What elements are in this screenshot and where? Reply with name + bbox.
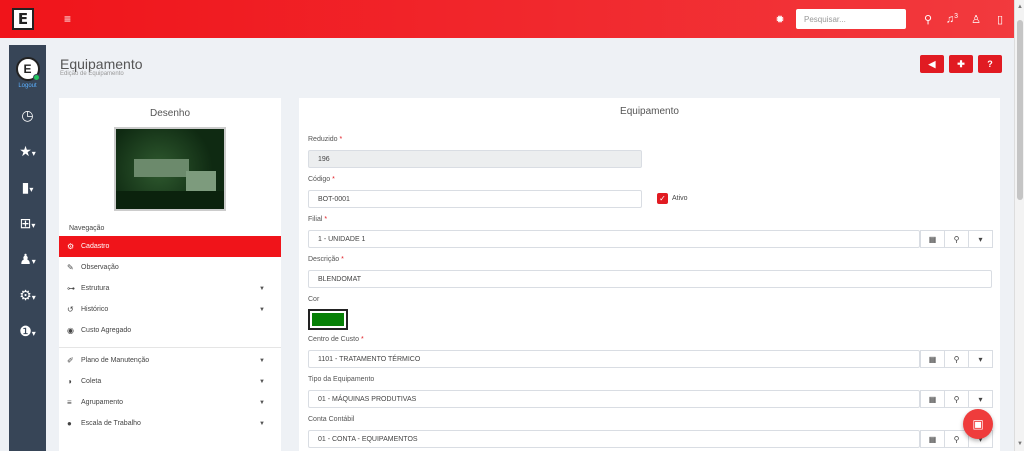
nav-item-observacao[interactable]: ✎ Observação: [59, 257, 281, 278]
chevron-down-icon: ▼: [259, 378, 265, 385]
equipment-form-panel: Equipamento Reduzido * 196 Código * BOT-…: [299, 98, 1000, 451]
edit-icon: ✎: [67, 263, 74, 272]
help-button[interactable]: ?: [978, 55, 1002, 73]
search-icon[interactable]: ⚲: [944, 351, 968, 367]
search-input[interactable]: Pesquisar...: [796, 9, 906, 29]
tipo-label: Tipo da Equipamento: [308, 376, 375, 383]
user-icon[interactable]: ♙: [968, 13, 984, 26]
nav-item-historico[interactable]: ↺ Histórico ▼: [59, 299, 281, 320]
cogs-icon: ⚙: [67, 242, 75, 251]
menu-toggle-icon[interactable]: ≡: [64, 12, 71, 26]
scroll-up-icon[interactable]: ▲: [1015, 4, 1024, 10]
user-plus-icon[interactable]: ♟▾: [9, 241, 46, 277]
add-button[interactable]: ✚: [949, 55, 973, 73]
fullscreen-icon[interactable]: ▯: [992, 13, 1008, 26]
money-icon: ◉: [67, 326, 74, 335]
search-icon[interactable]: ⚲: [920, 13, 936, 26]
cogs-icon[interactable]: ⚙▾: [9, 277, 46, 313]
centro-custo-label: Centro de Custo *: [308, 336, 364, 343]
filial-buttons: ▦ ⚲ ▾: [920, 230, 993, 248]
reduzido-field[interactable]: 196: [308, 150, 642, 168]
chevron-down-icon: ▼: [259, 420, 265, 427]
top-bar: E ≡ ✹ Pesquisar... ⚲ ♫3 ♙ ▯: [0, 0, 1024, 38]
grid-icon[interactable]: ▦: [920, 431, 944, 447]
list-icon: ≡: [67, 398, 72, 407]
conta-label: Conta Contábil: [308, 416, 355, 423]
page-title: Equipamento: [60, 56, 143, 72]
chevron-down-icon: ▼: [259, 306, 265, 313]
nav-heading: Navegação: [69, 225, 105, 232]
tipo-buttons: ▦ ⚲ ▾: [920, 390, 993, 408]
tipo-field[interactable]: 01 - MÁQUINAS PRODUTIVAS: [308, 390, 920, 408]
sitemap-icon: ⊶: [67, 284, 75, 293]
search-icon[interactable]: ⚲: [944, 431, 968, 447]
scrollbar-thumb[interactable]: [1017, 20, 1023, 200]
back-button[interactable]: ◀: [920, 55, 944, 73]
equipment-photo[interactable]: [114, 127, 226, 211]
grid-icon[interactable]: ▦: [920, 231, 944, 247]
codigo-field[interactable]: BOT-0001: [308, 190, 642, 208]
search-icon[interactable]: ⚲: [944, 231, 968, 247]
sidebar: E Logout ◷ ★▾ ▮▾ ⊞▾ ♟▾ ⚙▾ ❶▾: [9, 45, 46, 451]
caret-down-icon[interactable]: ▾: [968, 231, 992, 247]
app-logo[interactable]: E: [12, 8, 34, 30]
caret-down-icon[interactable]: ▾: [968, 391, 992, 407]
ativo-checkbox[interactable]: ✓ Ativo: [657, 193, 688, 204]
divider: [59, 347, 281, 348]
nav-item-cadastro[interactable]: ⚙ Cadastro: [59, 236, 281, 257]
page-subtitle: Edição de Equipamento: [60, 71, 124, 77]
codigo-label: Código *: [308, 176, 335, 183]
search-icon[interactable]: ⚲: [944, 391, 968, 407]
chevron-down-icon: ▼: [259, 399, 265, 406]
filial-label: Filial *: [308, 216, 328, 223]
settings-icon[interactable]: ✹: [772, 13, 788, 26]
scroll-down-icon[interactable]: ▼: [1015, 441, 1024, 447]
descricao-label: Descrição *: [308, 256, 344, 263]
drawing-panel: Desenho Navegação ⚙ Cadastro ✎ Observação …: [59, 98, 281, 451]
nav-item-coleta[interactable]: ◑ Coleta ▼: [59, 371, 281, 392]
notification-badge: 3: [954, 12, 959, 20]
dashboard-icon[interactable]: ◷: [9, 97, 46, 133]
checkmark-icon: ✓: [657, 193, 668, 204]
nav-item-plano-manutencao[interactable]: ✐ Plano de Manutenção ▼: [59, 350, 281, 371]
clock-icon: ●: [67, 419, 72, 428]
centro-custo-buttons: ▦ ⚲ ▾: [920, 350, 993, 368]
grid-icon[interactable]: ⊞▾: [9, 205, 46, 241]
grid-icon[interactable]: ▦: [920, 391, 944, 407]
drawing-title: Desenho: [149, 108, 191, 119]
nav-item-estrutura[interactable]: ⊶ Estrutura ▼: [59, 278, 281, 299]
conta-field[interactable]: 01 - CONTA - EQUIPAMENTOS: [308, 430, 920, 448]
bell-icon[interactable]: ♫3: [944, 13, 960, 26]
info-icon[interactable]: ❶▾: [9, 313, 46, 349]
color-swatch: [312, 313, 344, 326]
filial-field[interactable]: 1 - UNIDADE 1: [308, 230, 920, 248]
star-icon[interactable]: ★▾: [9, 133, 46, 169]
reduzido-label: Reduzido *: [308, 136, 343, 143]
caret-down-icon[interactable]: ▾: [968, 351, 992, 367]
nav-item-custo-agregado[interactable]: ◉ Custo Agregado: [59, 320, 281, 341]
centro-custo-field[interactable]: 1101 - TRATAMENTO TÉRMICO: [308, 350, 920, 368]
save-icon: ▣: [972, 417, 984, 431]
history-icon: ↺: [67, 305, 74, 314]
chevron-down-icon: ▼: [259, 285, 265, 292]
file-icon[interactable]: ▮▾: [9, 169, 46, 205]
cor-label: Cor: [308, 296, 320, 303]
form-title: Equipamento: [620, 106, 679, 117]
dashboard-icon: ◑: [67, 377, 72, 386]
wrench-icon: ✐: [67, 356, 74, 365]
descricao-field[interactable]: BLENDOMAT: [308, 270, 992, 288]
nav-item-escala-trabalho[interactable]: ● Escala de Trabalho ▼: [59, 413, 281, 434]
avatar[interactable]: E: [15, 57, 40, 81]
nav-item-agrupamento[interactable]: ≡ Agrupamento ▼: [59, 392, 281, 413]
grid-icon[interactable]: ▦: [920, 351, 944, 367]
online-status-dot: [32, 74, 40, 81]
color-picker[interactable]: [308, 309, 348, 330]
page-scrollbar[interactable]: ▲ ▼: [1014, 0, 1024, 451]
save-button[interactable]: ▣: [963, 409, 993, 439]
chevron-down-icon: ▼: [259, 357, 265, 364]
